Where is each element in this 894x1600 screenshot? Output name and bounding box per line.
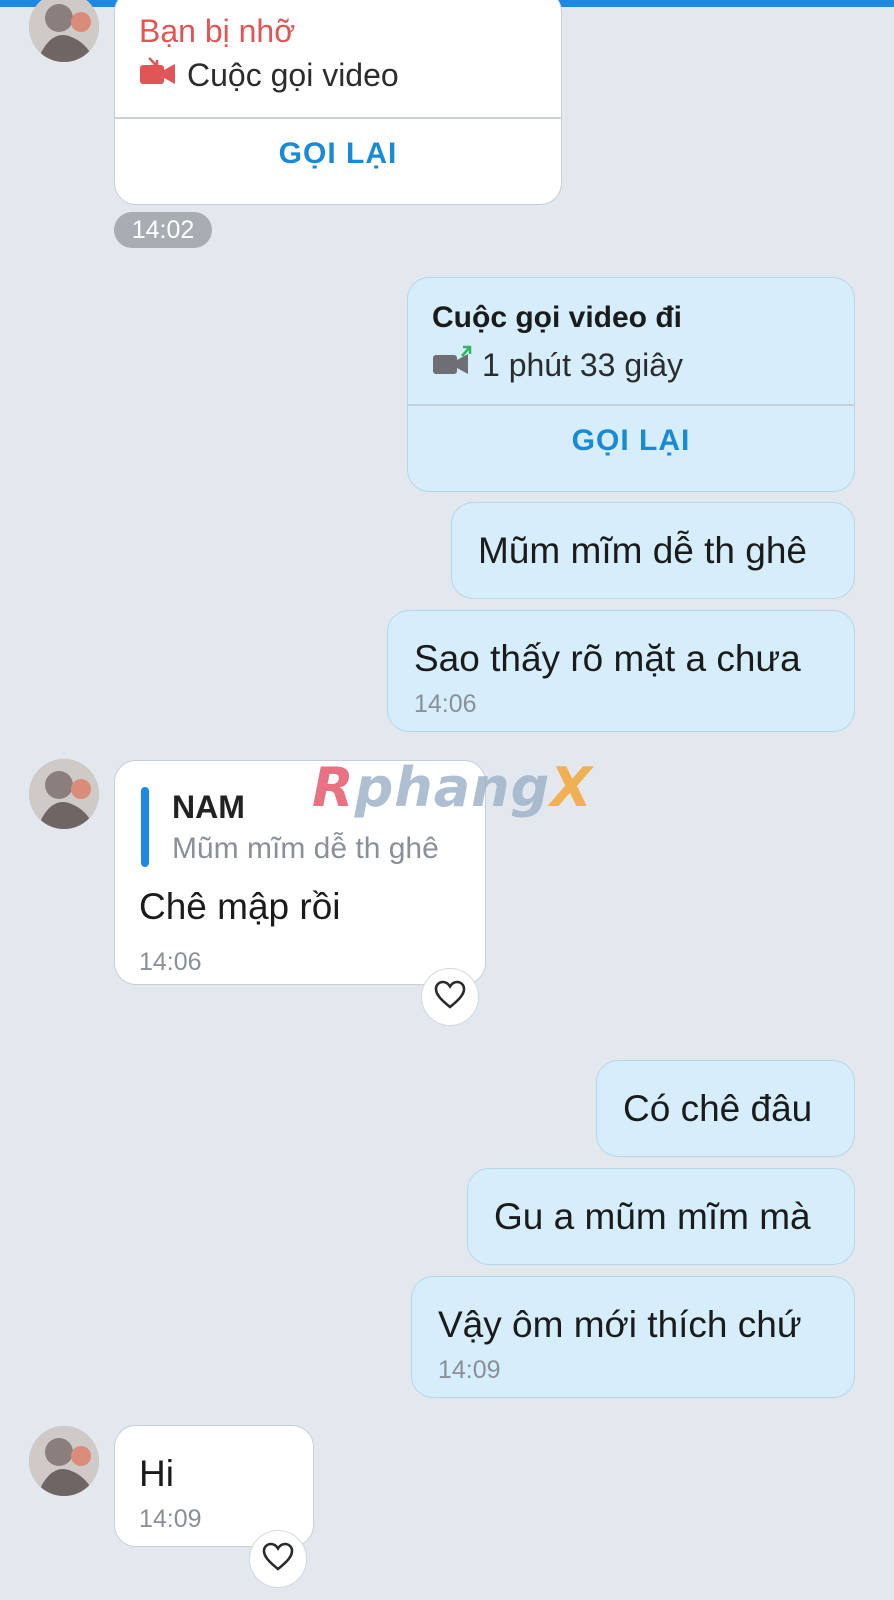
heart-icon [434,980,466,1015]
missed-call-bubble: Bạn bị nhỡ Cuộc gọi video GỌI LẠI [114,0,562,205]
outgoing-video-call-icon [432,344,472,385]
heart-icon [262,1542,294,1577]
message-text: Gu a mũm mĩm mà [494,1196,811,1237]
contact-avatar[interactable] [29,1426,99,1496]
quote-bar [141,787,149,867]
divider [408,404,854,406]
message-text: Hi [139,1453,174,1494]
quote-text: Mũm mĩm dễ th ghê [172,832,439,865]
outgoing-message[interactable]: Có chê đâu [596,1060,855,1157]
outgoing-call-title: Cuộc gọi video đi [432,301,683,334]
missed-call-type: Cuộc gọi video [187,57,399,93]
missed-call-title: Bạn bị nhỡ [139,13,296,49]
contact-avatar[interactable] [29,0,99,62]
call-back-button[interactable]: GỌI LẠI [115,137,561,171]
contact-avatar[interactable] [29,759,99,829]
outgoing-message[interactable]: Mũm mĩm dễ th ghê [451,502,855,599]
message-time: 14:09 [139,1505,202,1533]
divider [115,117,561,119]
message-text: Chê mập rồi [139,886,341,927]
outgoing-message[interactable]: Vậy ôm mới thích chứ 14:09 [411,1276,855,1398]
quote-author: NAM [172,789,245,825]
outgoing-call-duration-row: 1 phút 33 giây [432,344,683,385]
message-time: 14:09 [438,1356,501,1384]
outgoing-message[interactable]: Gu a mũm mĩm mà [467,1168,855,1265]
reaction-button[interactable] [421,968,479,1026]
outgoing-message[interactable]: Sao thấy rõ mặt a chưa 14:06 [387,610,855,732]
incoming-message[interactable]: Hi 14:09 [114,1425,314,1547]
watermark-part: phang [354,756,551,819]
message-text: Có chê đâu [623,1088,813,1129]
watermark-logo: RphangX [312,756,593,819]
message-text: Mũm mĩm dễ th ghê [478,530,808,571]
message-time: 14:06 [414,690,477,718]
outgoing-call-bubble: Cuộc gọi video đi 1 phút 33 giây GỌI LẠI [407,277,855,492]
timestamp-pill: 14:02 [114,212,212,248]
watermark-part: X [550,756,593,819]
chat-screen: Bạn bị nhỡ Cuộc gọi video GỌI LẠI 14:02 … [0,0,894,1600]
watermark-part: R [312,756,355,819]
call-back-button[interactable]: GỌI LẠI [408,424,854,458]
message-time: 14:06 [139,948,202,976]
outgoing-call-duration: 1 phút 33 giây [482,346,684,383]
message-text: Vậy ôm mới thích chứ [438,1304,802,1345]
message-text: Sao thấy rõ mặt a chưa [414,638,801,679]
missed-call-type-row: Cuộc gọi video [139,55,399,95]
missed-video-call-icon [139,55,177,95]
reaction-button[interactable] [249,1530,307,1588]
